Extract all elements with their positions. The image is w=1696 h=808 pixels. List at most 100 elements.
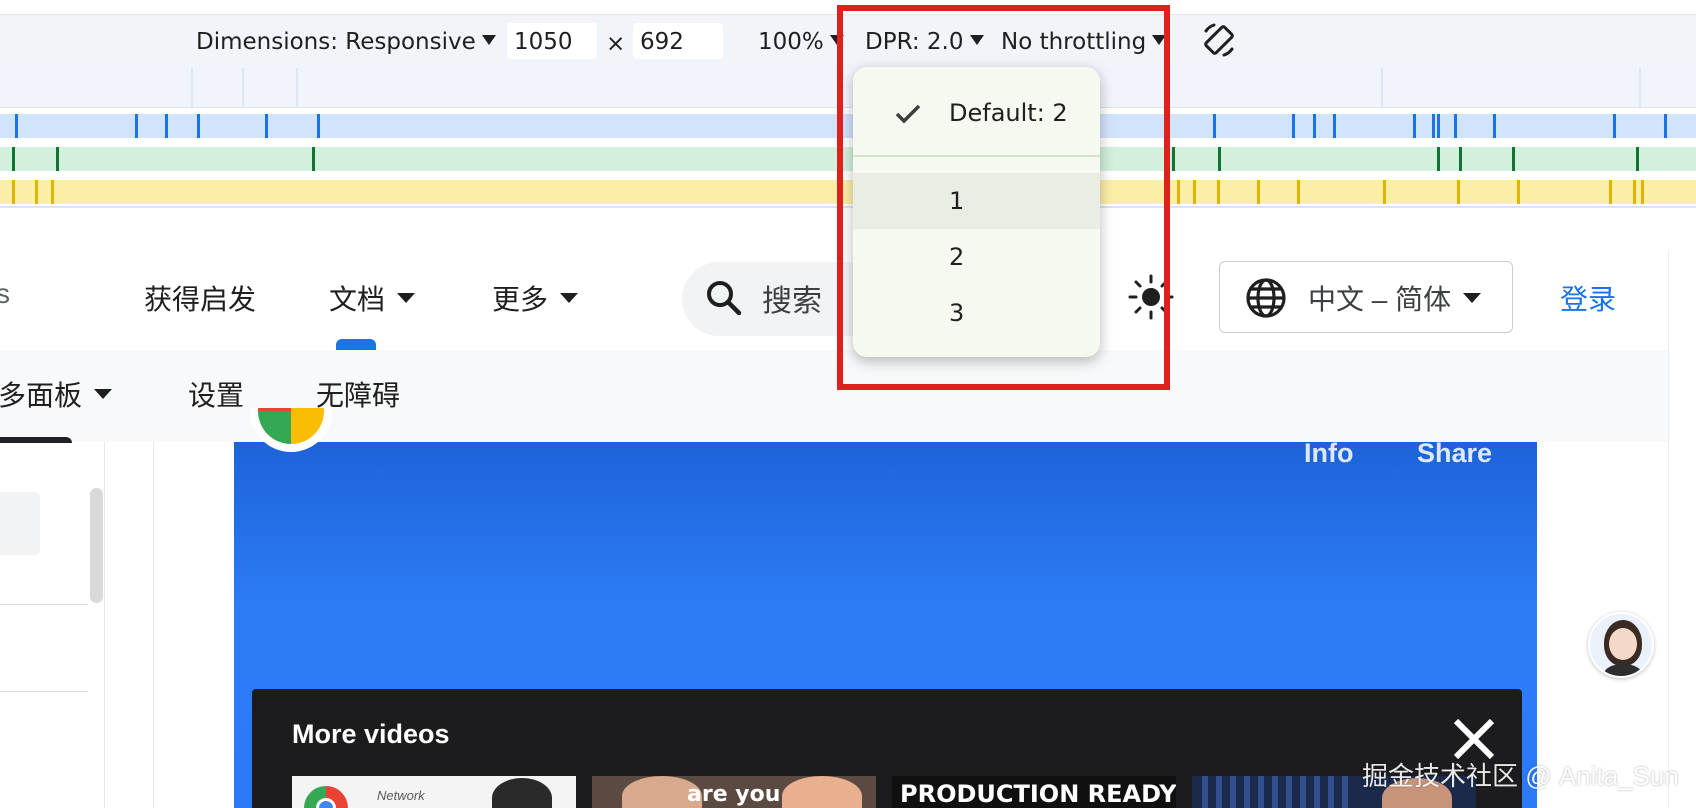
nav-item-more[interactable]: 更多 [492, 278, 579, 318]
content-divider [153, 442, 154, 808]
thumbnail-caption: are you [687, 782, 781, 807]
subnav-item-settings[interactable]: 设置 [188, 374, 244, 414]
track-tick [165, 114, 168, 138]
track-tick [1217, 180, 1220, 204]
track-tick [1218, 147, 1221, 171]
ruler-divider [1639, 68, 1641, 108]
ruler-divider [191, 68, 193, 108]
dimensions-dropdown[interactable]: Dimensions: Responsive [196, 29, 496, 55]
sidebar-divider [0, 691, 88, 692]
track-tick [1636, 147, 1639, 171]
track-tick [1459, 147, 1462, 171]
nav-item-more-label: 更多 [492, 284, 549, 315]
zoom-label: 100% [758, 29, 824, 55]
page-scroll-gutter [1668, 250, 1696, 808]
track-tick [312, 147, 315, 171]
track-tick [1493, 114, 1496, 138]
more-videos-panel: More videos Network are you PRODUCTION R… [252, 689, 1522, 808]
track-tick [1457, 180, 1460, 204]
nav-item-docs-label: 文档 [329, 284, 386, 315]
nav-item-docs[interactable]: 文档 [329, 278, 416, 318]
track-tick [265, 114, 268, 138]
track-tick [135, 114, 138, 138]
subnav-item-multipanel-label: 多面板 [0, 380, 83, 411]
times-sign: × [606, 31, 626, 57]
highlight-annotation-box [837, 5, 1170, 390]
track-tick [1193, 180, 1196, 204]
nav-item-inspiration[interactable]: 获得启发 [144, 278, 256, 318]
track-tick [1413, 114, 1416, 138]
sidebar-item[interactable] [0, 492, 40, 555]
sidebar-scrollbar[interactable] [90, 488, 103, 603]
track-tick [1633, 180, 1636, 204]
video-player[interactable]: More videos Network are you PRODUCTION R… [234, 442, 1537, 808]
search-icon [707, 281, 742, 316]
track-tick [1437, 147, 1440, 171]
video-share-button[interactable]: Share [1417, 438, 1492, 469]
chevron-down-icon [94, 389, 113, 399]
thumbnail-background [1202, 776, 1352, 808]
video-thumbnail[interactable]: are you [592, 776, 876, 808]
zoom-dropdown[interactable]: 100% [758, 29, 844, 55]
track-tick [35, 180, 38, 204]
login-link[interactable]: 登录 [1560, 278, 1616, 318]
language-selector[interactable]: 中文 – 简体 [1219, 261, 1513, 333]
track-tick [1613, 114, 1616, 138]
ruler-divider [1381, 68, 1383, 108]
thumbnail-caption: Network [377, 788, 425, 803]
watermark: 掘金技术社区 @ Anita_Sun [1362, 761, 1679, 791]
subnav-item-multipanel[interactable]: 多面板 [0, 374, 113, 414]
thumbnail-person [782, 776, 862, 808]
globe-icon [1246, 278, 1286, 318]
track-tick [1437, 114, 1440, 138]
track-tick [12, 180, 15, 204]
chrome-channel-logo[interactable] [250, 408, 332, 458]
track-tick [1609, 180, 1612, 204]
track-tick [1213, 114, 1216, 138]
chevron-down-icon [1463, 293, 1482, 303]
video-info-button[interactable]: Info [1304, 438, 1353, 469]
active-tab-indicator [336, 339, 376, 350]
chevron-down-icon [397, 293, 416, 303]
track-tick [197, 114, 200, 138]
video-thumbnail[interactable]: PRODUCTION READY [892, 776, 1176, 808]
track-tick [1512, 147, 1515, 171]
ruler-divider [296, 68, 298, 108]
video-thumbnail[interactable]: Network [292, 776, 576, 808]
track-tick [1517, 180, 1520, 204]
thumbnail-person [492, 778, 552, 808]
track-tick [56, 147, 59, 171]
search-placeholder: 搜索 [762, 285, 822, 318]
track-tick [1454, 114, 1457, 138]
rotate-icon[interactable] [1200, 21, 1238, 59]
track-tick [1177, 180, 1180, 204]
track-tick [51, 180, 54, 204]
width-input[interactable]: 1050 [507, 23, 597, 59]
caret-down-icon [481, 35, 496, 45]
track-tick [1383, 180, 1386, 204]
sidebar-active-tab [0, 437, 72, 443]
assistant-avatar[interactable] [1588, 612, 1654, 678]
height-input[interactable]: 692 [633, 23, 723, 59]
track-tick [1313, 114, 1316, 138]
track-tick [1257, 180, 1260, 204]
avatar-face [1609, 628, 1637, 660]
track-tick [1172, 147, 1175, 171]
track-tick [1432, 114, 1435, 138]
ruler-divider [242, 68, 244, 108]
track-tick [1664, 114, 1667, 138]
more-videos-title: More videos [292, 719, 450, 749]
sidebar-divider [0, 604, 88, 605]
avatar-body [1604, 664, 1642, 676]
track-tick [1297, 180, 1300, 204]
track-tick [12, 147, 15, 171]
track-tick [1333, 114, 1336, 138]
nav-item-partial[interactable]: s [0, 278, 10, 310]
chevron-down-icon [560, 293, 579, 303]
track-tick [317, 114, 320, 138]
track-tick [1292, 114, 1295, 138]
thumbnail-caption: PRODUCTION READY [900, 780, 1176, 808]
dimensions-label: Dimensions: Responsive [196, 29, 476, 55]
track-tick [1641, 180, 1644, 204]
language-selector-label: 中文 – 简体 [1308, 278, 1482, 318]
